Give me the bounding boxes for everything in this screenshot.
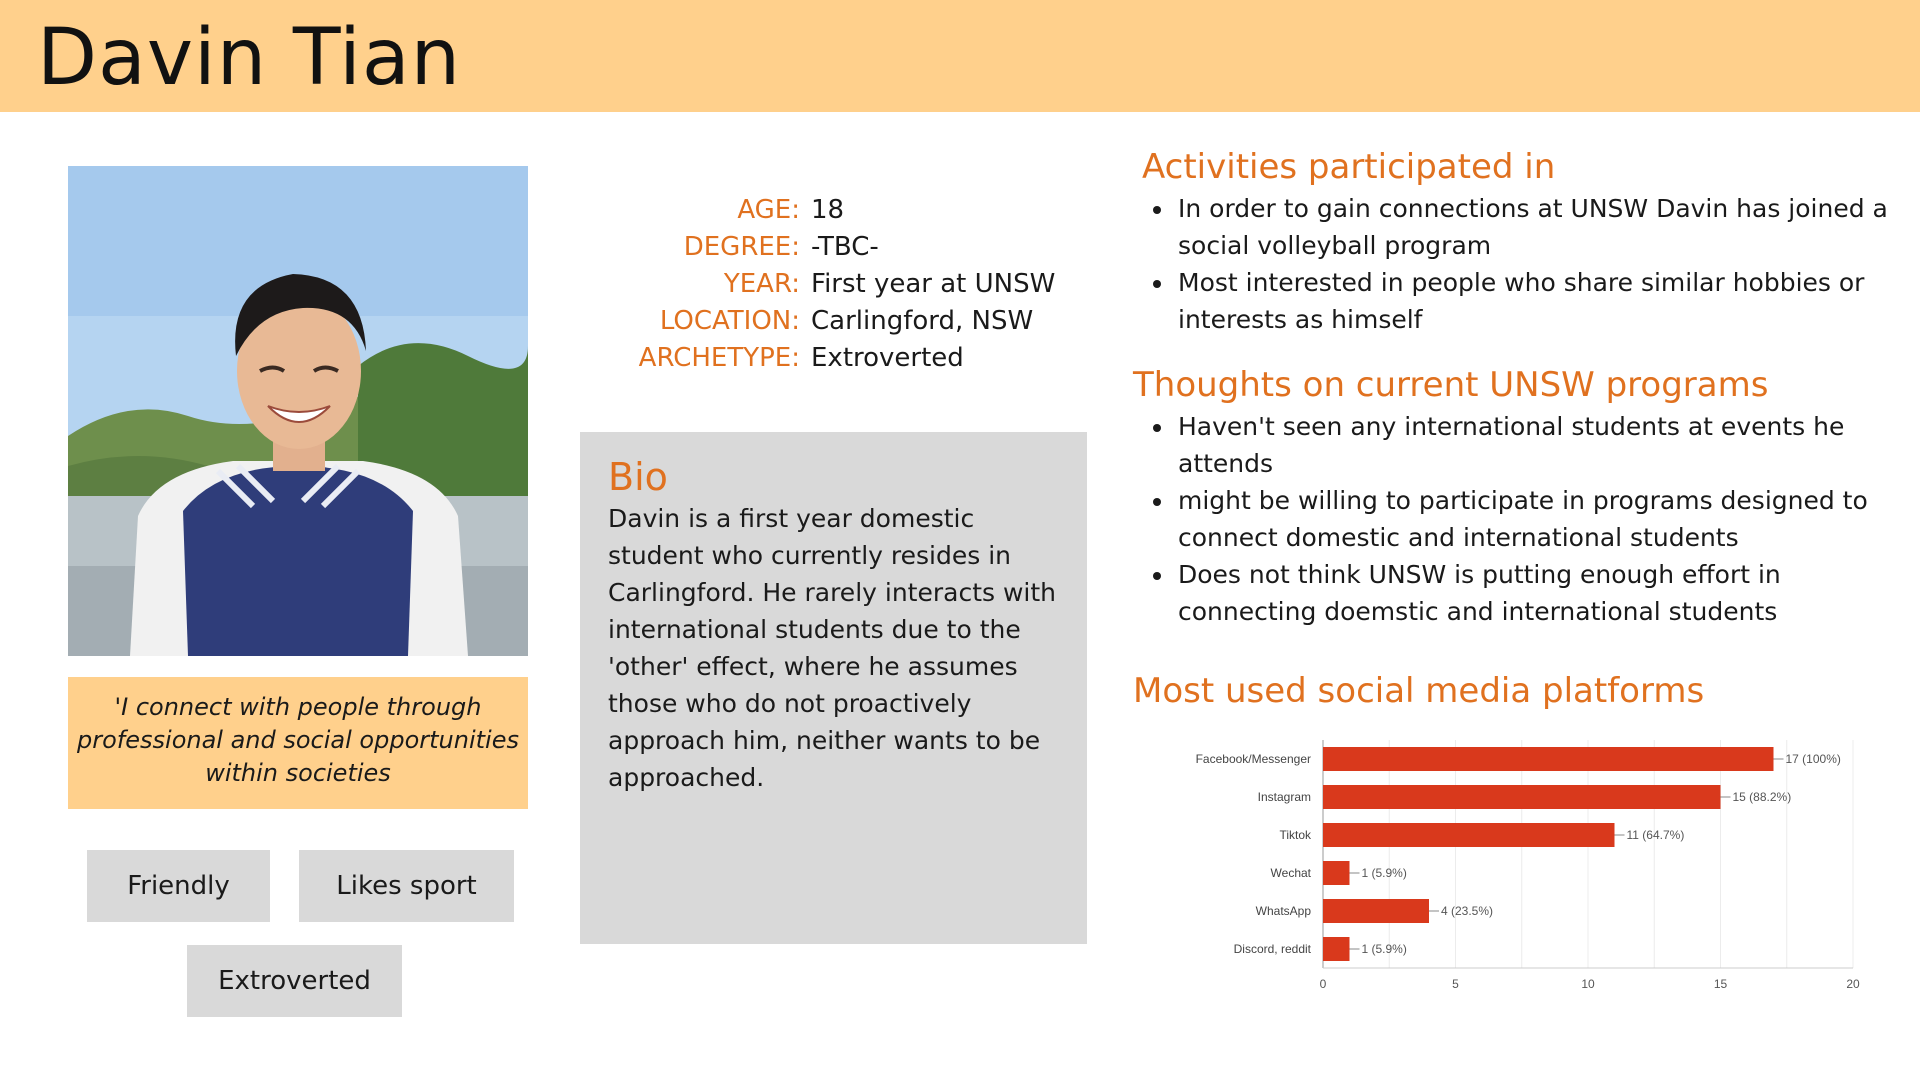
x-tick-label: 5 [1452, 977, 1459, 990]
thoughts-list: Haven't seen any international students … [1150, 408, 1920, 630]
info-value: 18 [811, 195, 845, 225]
list-item: Haven't seen any international students … [1150, 408, 1920, 482]
category-label: Wechat [1271, 866, 1312, 880]
persona-quote: 'I connect with people through professio… [68, 677, 528, 809]
info-label: AGE: [737, 195, 800, 225]
info-label: DEGREE: [683, 232, 800, 262]
bio-text: Davin is a first year domestic student w… [608, 504, 1057, 792]
photo-illustration [68, 166, 528, 656]
info-label: ARCHETYPE: [638, 343, 800, 373]
activities-title: Activities participated in [1142, 147, 1556, 187]
persona-photo [68, 166, 528, 656]
data-label: 1 (5.9%) [1362, 942, 1407, 956]
header-bar: Davin Tian [0, 0, 1920, 112]
trait-tag-likes-sport: Likes sport [299, 850, 514, 922]
trait-tag-friendly: Friendly [87, 850, 270, 922]
x-tick-label: 15 [1714, 977, 1728, 990]
bio-title: Bio [608, 455, 668, 499]
bar [1323, 937, 1350, 961]
category-label: Facebook/Messenger [1196, 752, 1311, 766]
x-tick-label: 0 [1320, 977, 1327, 990]
info-row-location: LOCATION: Carlingford, NSW [600, 303, 1100, 340]
x-tick-label: 10 [1581, 977, 1595, 990]
trait-tag-extroverted: Extroverted [187, 945, 402, 1017]
persona-name: Davin Tian [37, 13, 462, 103]
list-item: Does not think UNSW is putting enough ef… [1150, 556, 1920, 630]
data-label: 1 (5.9%) [1362, 866, 1407, 880]
list-item: Most interested in people who share simi… [1150, 264, 1920, 338]
data-label: 11 (64.7%) [1627, 828, 1685, 842]
x-tick-label: 20 [1846, 977, 1860, 990]
activities-list: In order to gain connections at UNSW Dav… [1150, 190, 1920, 338]
data-label: 15 (88.2%) [1733, 790, 1792, 804]
info-row-archetype: ARCHETYPE: Extroverted [600, 340, 1100, 377]
info-value: Carlingford, NSW [811, 306, 1034, 336]
info-row-year: YEAR: First year at UNSW [600, 266, 1100, 303]
category-label: Discord, reddit [1234, 942, 1312, 956]
info-value: Extroverted [811, 343, 964, 373]
data-label: 4 (23.5%) [1441, 904, 1493, 918]
bar [1323, 747, 1774, 771]
info-label: YEAR: [723, 269, 800, 299]
social-media-chart: 0 5 10 15 20 Facebook/Messenger 17 (100%) Insta… [1160, 730, 1880, 990]
persona-page: Davin Tian 'I connect with people throug… [0, 0, 1920, 1080]
info-table: AGE: 18 DEGREE: -TBC- YEAR: First year a… [600, 192, 1100, 377]
bar [1323, 861, 1350, 885]
list-item: In order to gain connections at UNSW Dav… [1150, 190, 1920, 264]
social-media-title: Most used social media platforms [1133, 671, 1705, 711]
bar [1323, 823, 1615, 847]
bar [1323, 899, 1429, 923]
category-label: Instagram [1258, 790, 1311, 804]
data-label: 17 (100%) [1786, 752, 1841, 766]
info-row-degree: DEGREE: -TBC- [600, 229, 1100, 266]
bar [1323, 785, 1721, 809]
category-label: Tiktok [1279, 828, 1312, 842]
list-item: might be willing to participate in progr… [1150, 482, 1920, 556]
bio-panel: Bio Davin is a first year domestic stude… [580, 432, 1087, 944]
category-label: WhatsApp [1256, 904, 1312, 918]
bar-chart: 0 5 10 15 20 Facebook/Messenger 17 (100%) Insta… [1196, 740, 1860, 990]
info-label: LOCATION: [659, 306, 800, 336]
thoughts-title: Thoughts on current UNSW programs [1133, 365, 1769, 405]
info-value: First year at UNSW [811, 269, 1056, 299]
info-value: -TBC- [811, 232, 879, 262]
info-row-age: AGE: 18 [600, 192, 1100, 229]
